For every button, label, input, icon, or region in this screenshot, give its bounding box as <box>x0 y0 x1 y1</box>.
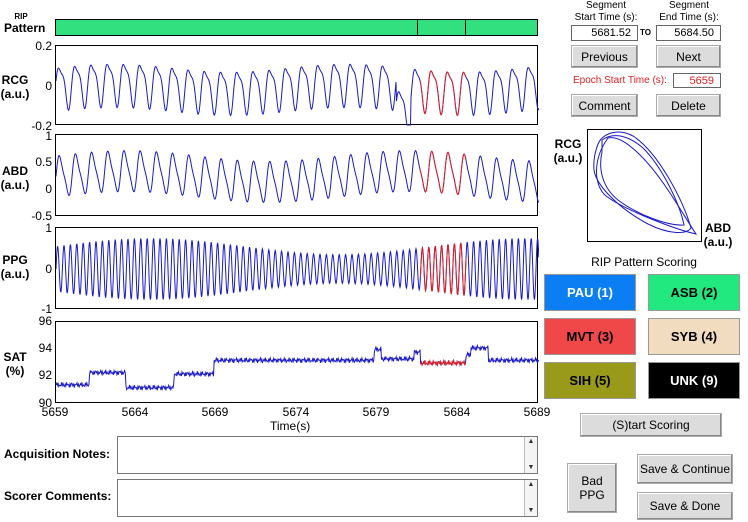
x-tick: 5669 <box>201 405 229 419</box>
rcg-tick: 0 <box>45 79 52 93</box>
delete-button[interactable]: Delete <box>656 94 721 117</box>
sat-tick: 94 <box>38 341 52 355</box>
asb-button[interactable]: ASB (2) <box>648 274 740 311</box>
next-button[interactable]: Next <box>656 45 721 68</box>
segment-end-label: Segment End Time (s): <box>659 0 719 23</box>
previous-button[interactable]: Previous <box>571 45 638 68</box>
mvt-button[interactable]: MVT (3) <box>544 318 636 355</box>
abd-tick: 1 <box>45 129 52 143</box>
pau-button[interactable]: PAU (1) <box>544 274 636 311</box>
rip-marker-2 <box>465 20 466 35</box>
unk-button[interactable]: UNK (9) <box>648 362 740 399</box>
x-axis-label: Time(s) <box>270 419 311 433</box>
rip-pattern-bar[interactable] <box>55 19 538 36</box>
scroll-down-icon[interactable]: ▼ <box>525 506 537 516</box>
ppg-tick: 0 <box>45 262 52 276</box>
sat-plot[interactable] <box>55 321 539 403</box>
scroll-up-icon[interactable]: ▲ <box>525 437 537 447</box>
save-continue-button[interactable]: Save & Continue <box>637 454 733 484</box>
x-tick: 5659 <box>41 405 69 419</box>
x-tick: 5684 <box>443 405 471 419</box>
ppg-tick: 1 <box>45 221 52 235</box>
rcg-tick: 0.2 <box>35 39 52 53</box>
rcg-plot[interactable] <box>55 45 539 126</box>
loop-xlabel: ABD (a.u.) <box>703 221 733 249</box>
segment-start-field[interactable]: 5681.52 <box>571 25 638 41</box>
to-label: TO <box>640 28 651 37</box>
scoring-title: RIP Pattern Scoring <box>591 255 697 269</box>
scorer-comments-input[interactable]: ▲ ▼ <box>117 479 538 517</box>
comment-button[interactable]: Comment <box>571 94 638 117</box>
rip-label-small: RIP <box>14 12 28 21</box>
acq-scrollbar[interactable]: ▲ ▼ <box>524 437 537 473</box>
abd-plot[interactable] <box>55 134 539 216</box>
ppg-plot[interactable] <box>55 227 539 309</box>
epoch-start-label: Epoch Start Time (s): <box>573 75 667 86</box>
abd-tick: 0 <box>45 182 52 196</box>
loop-signal <box>593 131 698 235</box>
sat-tick: 96 <box>38 314 52 328</box>
rip-marker-1 <box>417 20 418 35</box>
syb-button[interactable]: SYB (4) <box>648 318 740 355</box>
acquisition-notes-input[interactable]: ▲ ▼ <box>117 436 538 474</box>
epoch-start-field[interactable]: 5659 <box>673 73 721 88</box>
x-tick: 5679 <box>362 405 390 419</box>
pattern-label: Pattern <box>4 21 46 35</box>
sih-button[interactable]: SIH (5) <box>544 362 636 399</box>
save-done-button[interactable]: Save & Done <box>637 492 733 520</box>
loop-ylabel: RCG (a.u.) <box>553 137 583 165</box>
acquisition-notes-label: Acquisition Notes: <box>4 447 111 461</box>
sat-tick: 92 <box>38 368 52 382</box>
x-tick: 5689 <box>523 405 551 419</box>
scorer-comments-label: Scorer Comments: <box>4 489 112 503</box>
rcg-signal <box>56 63 539 126</box>
rip-pattern-label: RIP Pattern <box>4 12 46 35</box>
segment-start-label: Segment Start Time (s): <box>574 0 638 23</box>
sat-signal <box>56 343 539 392</box>
scroll-down-icon[interactable]: ▼ <box>525 463 537 473</box>
rcg-abd-loop-plot[interactable] <box>587 129 702 242</box>
ppg-signal <box>56 238 539 300</box>
start-scoring-button[interactable]: (S)tart Scoring <box>580 413 722 437</box>
abd-signal <box>56 149 539 204</box>
segment-end-field[interactable]: 5684.50 <box>656 25 721 41</box>
bad-ppg-button[interactable]: Bad PPG <box>567 463 617 513</box>
abd-tick: 0.5 <box>35 155 52 169</box>
scorer-scrollbar[interactable]: ▲ ▼ <box>524 480 537 516</box>
scroll-up-icon[interactable]: ▲ <box>525 480 537 490</box>
x-tick: 5674 <box>282 405 310 419</box>
x-tick: 5664 <box>121 405 149 419</box>
